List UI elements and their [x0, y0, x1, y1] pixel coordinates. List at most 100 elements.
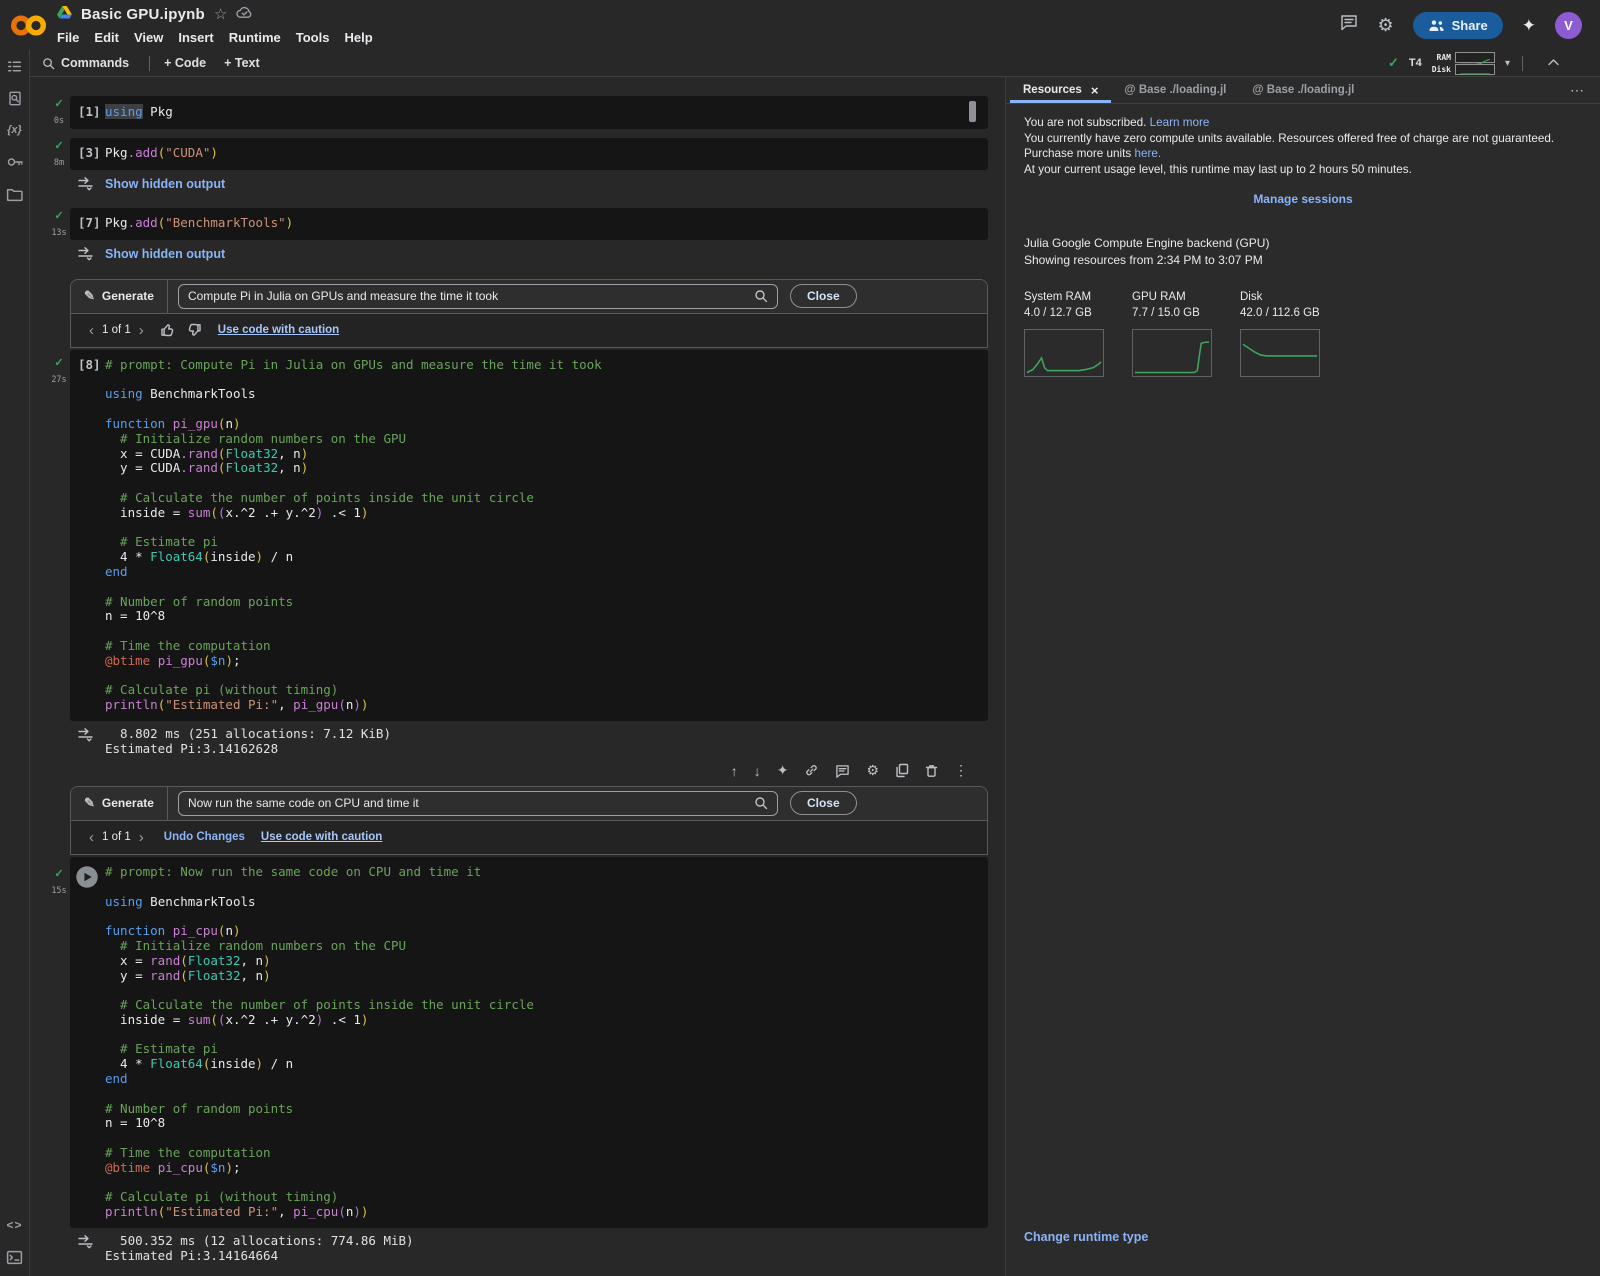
- tabs-overflow-icon[interactable]: ⋯: [1570, 77, 1596, 103]
- prompt-text: Compute Pi in Julia on GPUs and measure …: [188, 289, 754, 303]
- settings-gear-icon[interactable]: ⚙: [1377, 16, 1393, 34]
- add-code-button[interactable]: + Code: [164, 56, 206, 70]
- learn-more-link[interactable]: Learn more: [1150, 116, 1210, 129]
- resources-panel: Resources × @ Base ./loading.jl @ Base .…: [1005, 77, 1600, 1276]
- prev-suggestion-chevron[interactable]: ‹: [83, 322, 100, 339]
- prev-suggestion-chevron[interactable]: ‹: [83, 829, 100, 846]
- next-suggestion-chevron[interactable]: ›: [133, 829, 150, 846]
- next-suggestion-chevron[interactable]: ›: [133, 322, 150, 339]
- tab-terminal-1[interactable]: @ Base ./loading.jl: [1111, 77, 1239, 103]
- add-text-button[interactable]: + Text: [224, 56, 260, 70]
- menu-help[interactable]: Help: [344, 30, 372, 45]
- cell-7-exec-info: ✓ 13s: [48, 208, 70, 240]
- cell-toolbar: ↑ ↓ ✦ ⚙ ⋮: [48, 760, 968, 782]
- generate-prompt-input[interactable]: Now run the same code on CPU and time it: [178, 791, 778, 816]
- tab-resources[interactable]: Resources ×: [1010, 77, 1111, 103]
- generate-button[interactable]: ✎ Generate: [71, 787, 168, 820]
- generate-close-button[interactable]: Close: [790, 791, 857, 815]
- gemini-cell-icon[interactable]: ✦: [777, 762, 789, 779]
- generate-bar-1: ✎ Generate Compute Pi in Julia on GPUs a…: [71, 280, 987, 314]
- use-code-with-caution-link[interactable]: Use code with caution: [218, 324, 339, 336]
- output-toggle-icon[interactable]: [70, 726, 105, 756]
- menu-view[interactable]: View: [134, 30, 163, 45]
- system-ram-meter: System RAM 4.0 / 12.7 GB: [1024, 290, 1104, 377]
- cell-8-editor[interactable]: # prompt: Compute Pi in Julia on GPUs an…: [105, 358, 988, 713]
- cell-8-exec-info: ✓ 27s: [48, 350, 70, 721]
- change-runtime-type-link[interactable]: Change runtime type: [1024, 1230, 1148, 1244]
- gemini-sparkle-icon[interactable]: ✦: [1522, 17, 1536, 34]
- code-snippets-icon[interactable]: <>: [6, 1216, 24, 1234]
- commands-button[interactable]: Commands: [42, 56, 129, 70]
- ram-disk-indicator[interactable]: RAM Disk: [1432, 52, 1495, 75]
- add-comment-icon[interactable]: [835, 764, 850, 778]
- cell-8-index: [8]: [70, 358, 105, 713]
- menu-file[interactable]: File: [57, 30, 79, 45]
- cloud-saved-icon[interactable]: [236, 5, 253, 24]
- prompt-search-icon: [754, 289, 768, 303]
- cell-3-hidden-output: Show hidden output: [70, 175, 1005, 196]
- generate-bar-2: ✎ Generate Now run the same code on CPU …: [71, 787, 987, 821]
- move-cell-down-icon[interactable]: ↓: [754, 763, 761, 779]
- undo-changes-link[interactable]: Undo Changes: [164, 831, 245, 843]
- terminal-icon[interactable]: [6, 1248, 24, 1266]
- menu-insert[interactable]: Insert: [178, 30, 213, 45]
- output-toggle-icon[interactable]: [70, 1233, 105, 1263]
- output-toggle-icon[interactable]: [70, 175, 105, 196]
- manage-sessions-link[interactable]: Manage sessions: [1024, 192, 1582, 208]
- secrets-key-icon[interactable]: [6, 153, 24, 171]
- tab-terminal-2[interactable]: @ Base ./loading.jl: [1239, 77, 1367, 103]
- variables-icon[interactable]: {x}: [6, 121, 24, 139]
- table-of-contents-icon[interactable]: [6, 57, 24, 75]
- more-actions-kebab-icon[interactable]: ⋮: [954, 762, 968, 779]
- generate-close-button[interactable]: Close: [790, 284, 857, 308]
- notebook-title[interactable]: Basic GPU.ipynb: [81, 6, 205, 23]
- generate-pencil-icon: ✎: [84, 795, 95, 811]
- cell-8-output-text: 8.802 ms (251 allocations: 7.12 KiB)Esti…: [105, 726, 391, 756]
- star-icon[interactable]: ☆: [214, 7, 227, 22]
- cell-1-success-check-icon: ✓: [48, 97, 70, 110]
- comments-icon[interactable]: [1340, 14, 1358, 36]
- prompt-search-icon: [754, 796, 768, 810]
- code-cell-8: ✓ 27s [8] # prompt: Compute Pi in Julia …: [48, 350, 1005, 721]
- drive-icon: [57, 6, 72, 24]
- move-cell-up-icon[interactable]: ↑: [731, 763, 738, 779]
- run-cell-button[interactable]: [70, 865, 105, 1220]
- show-hidden-output-link[interactable]: Show hidden output: [105, 245, 225, 266]
- delete-cell-trash-icon[interactable]: [925, 763, 938, 778]
- generate-prompt-input[interactable]: Compute Pi in Julia on GPUs and measure …: [178, 284, 778, 309]
- compute-units-line: You currently have zero compute units av…: [1024, 131, 1582, 162]
- avatar[interactable]: V: [1555, 12, 1582, 39]
- colab-logo[interactable]: [8, 0, 57, 50]
- cell-3-exec-time: 8m: [54, 158, 64, 168]
- cpu-cell-success-check-icon: ✓: [48, 867, 70, 880]
- generate-nav-2: ‹ 1 of 1 › Undo Changes Use code with ca…: [71, 821, 987, 854]
- menu-edit[interactable]: Edit: [94, 30, 119, 45]
- cell-3-index: [3]: [70, 146, 105, 162]
- menu-runtime[interactable]: Runtime: [229, 30, 281, 45]
- cell-3-editor[interactable]: Pkg.add("CUDA"): [105, 146, 988, 162]
- thumbs-down-icon[interactable]: [186, 322, 202, 338]
- purchase-units-link[interactable]: here.: [1134, 147, 1161, 160]
- find-replace-icon[interactable]: [6, 89, 24, 107]
- cell-settings-gear-icon[interactable]: ⚙: [866, 762, 879, 779]
- cpu-cell-editor[interactable]: # prompt: Now run the same code on CPU a…: [105, 865, 988, 1220]
- output-toggle-icon[interactable]: [70, 245, 105, 266]
- mirror-cell-icon[interactable]: [895, 763, 909, 778]
- use-code-with-caution-link[interactable]: Use code with caution: [261, 831, 382, 843]
- files-folder-icon[interactable]: [6, 185, 24, 203]
- runtime-caret-down-icon[interactable]: ▾: [1505, 58, 1510, 69]
- cell-1-editor[interactable]: using Pkg: [105, 105, 988, 120]
- generate-button[interactable]: ✎ Generate: [71, 280, 168, 313]
- menu-tools[interactable]: Tools: [296, 30, 330, 45]
- usage-level-line: At your current usage level, this runtim…: [1024, 162, 1582, 178]
- code-cell-3: ✓ 8m [3] Pkg.add("CUDA"): [48, 138, 1005, 170]
- show-hidden-output-link[interactable]: Show hidden output: [105, 175, 225, 196]
- cell-7-exec-time: 13s: [51, 228, 66, 238]
- collapse-chevron-up-icon[interactable]: [1547, 54, 1560, 72]
- thumbs-up-icon[interactable]: [160, 322, 176, 338]
- ram-sparkline: [1455, 52, 1495, 63]
- cell-7-editor[interactable]: Pkg.add("BenchmarkTools"): [105, 216, 988, 232]
- link-to-cell-icon[interactable]: [804, 763, 819, 778]
- close-tab-icon[interactable]: ×: [1091, 83, 1099, 98]
- share-button[interactable]: Share: [1413, 12, 1503, 39]
